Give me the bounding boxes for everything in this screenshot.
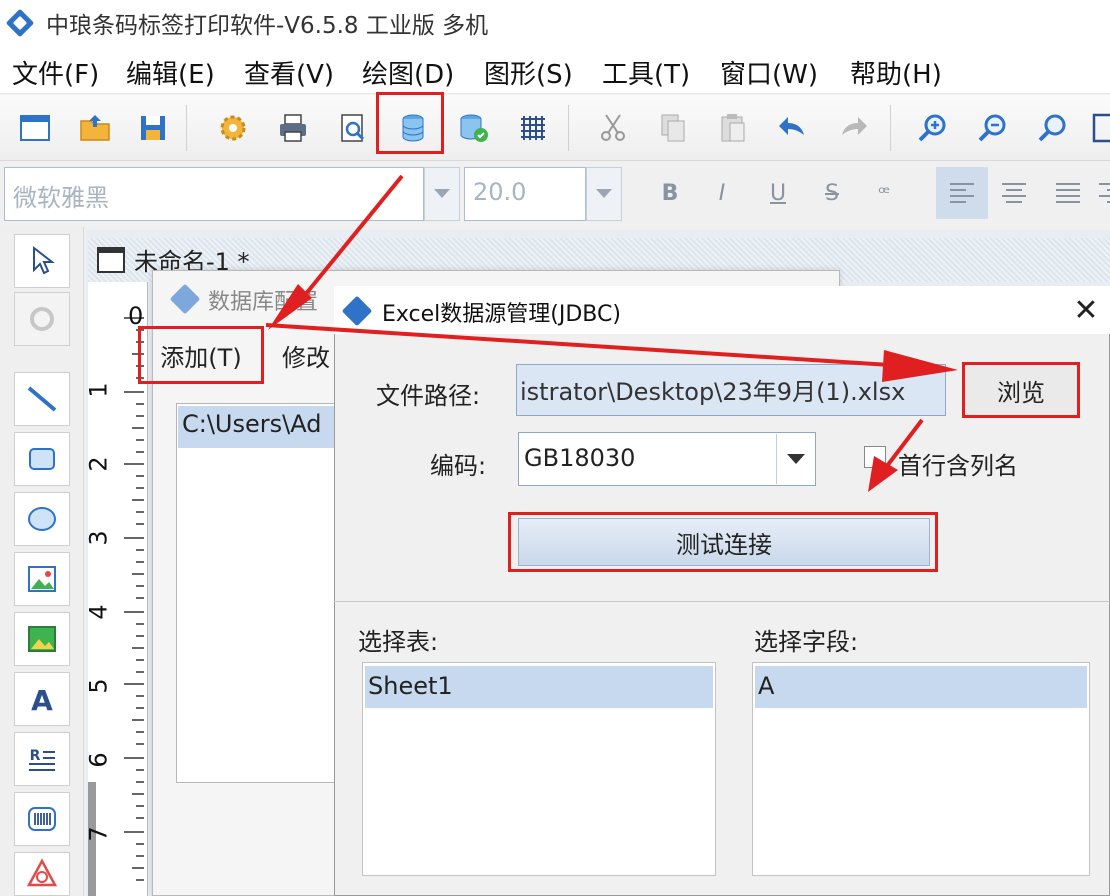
rectangle-tool-icon[interactable] <box>14 432 70 486</box>
menu-draw[interactable]: 绘图(D) <box>362 54 454 91</box>
svg-text:A: A <box>31 684 53 716</box>
image-tool-icon[interactable] <box>14 552 70 606</box>
modify-datasource-button[interactable]: 修改 <box>282 338 330 373</box>
print-icon[interactable] <box>270 106 316 150</box>
ruler-mark-7: 7 <box>84 826 113 842</box>
barcode-tool-icon[interactable] <box>14 792 70 846</box>
main-toolbar <box>0 95 1110 161</box>
datasource-list-item-label: C:\Users\Ad <box>182 410 322 438</box>
select-pointer-icon[interactable] <box>14 234 70 288</box>
print-preview-icon[interactable] <box>330 106 376 150</box>
window-title: 中琅条码标签打印软件-V6.5.8 工业版 多机 <box>46 13 489 39</box>
ruler-mark-5: 5 <box>84 678 113 694</box>
menu-tools[interactable]: 工具(T) <box>602 54 690 91</box>
document-icon <box>96 246 126 274</box>
ruler-mark-4: 4 <box>84 604 113 620</box>
first-row-header-label: 首行含列名 <box>898 452 1018 480</box>
align-right-icon[interactable] <box>1098 167 1110 219</box>
menu-shape[interactable]: 图形(S) <box>484 54 573 91</box>
new-document-icon[interactable] <box>12 106 58 150</box>
menu-window[interactable]: 窗口(W) <box>720 54 818 91</box>
rotate-tool-icon[interactable] <box>14 292 70 346</box>
font-name-value: 微软雅黑 <box>13 184 109 212</box>
ruler-mark-3: 3 <box>84 530 113 546</box>
file-path-label: 文件路径: <box>376 382 481 410</box>
encoding-dropdown-icon[interactable] <box>776 434 814 484</box>
font-size-value: 20.0 <box>473 178 527 206</box>
special-format-button[interactable]: ꟹ <box>862 167 906 219</box>
redo-icon[interactable] <box>830 106 876 150</box>
test-connection-label: 测试连接 <box>676 530 772 559</box>
app-logo-icon <box>5 8 35 38</box>
field-list-item[interactable] <box>755 666 1087 708</box>
font-size-input[interactable]: 20.0 <box>464 167 586 221</box>
picture-tool-icon[interactable] <box>14 612 70 666</box>
menu-help[interactable]: 帮助(H) <box>850 54 942 91</box>
menu-view[interactable]: 查看(V) <box>244 54 334 91</box>
open-folder-icon[interactable] <box>72 106 118 150</box>
add-datasource-button[interactable]: 添加(T) <box>138 326 264 384</box>
undo-icon[interactable] <box>770 106 816 150</box>
menu-file[interactable]: 文件(F) <box>12 54 99 91</box>
zoom-fit-icon[interactable] <box>1030 106 1076 150</box>
svg-text:R: R <box>30 748 41 764</box>
font-name-dropdown-icon[interactable] <box>424 167 460 221</box>
first-row-header-checkbox[interactable] <box>864 446 886 468</box>
ellipse-tool-icon[interactable] <box>14 492 70 546</box>
encoding-label: 编码: <box>430 452 487 480</box>
align-left-icon[interactable] <box>936 167 988 219</box>
grid-icon[interactable] <box>510 106 556 150</box>
font-size-dropdown-icon[interactable] <box>586 167 622 221</box>
save-icon[interactable] <box>130 106 176 150</box>
encoding-value: GB18030 <box>524 444 636 472</box>
rich-text-tool-icon[interactable]: R <box>14 732 70 786</box>
ruler-mark-2: 2 <box>84 456 113 472</box>
field-list-item-label: A <box>758 672 775 700</box>
zoom-in-icon[interactable] <box>910 106 956 150</box>
datasource-list[interactable] <box>176 403 336 783</box>
select-table-label: 选择表: <box>358 628 439 656</box>
dialog-divider <box>334 601 1110 602</box>
db-dialog-title: 数据库配置 <box>208 290 319 315</box>
cut-icon[interactable] <box>590 106 636 150</box>
actual-size-icon[interactable] <box>1090 106 1110 150</box>
menu-edit[interactable]: 编辑(E) <box>126 54 215 91</box>
file-path-value: istrator\Desktop\23年9月(1).xlsx <box>520 378 906 406</box>
align-justify-icon[interactable] <box>1046 167 1090 219</box>
text-tool-icon[interactable]: A <box>14 672 70 726</box>
database-settings-icon[interactable] <box>450 106 496 150</box>
font-name-select[interactable]: 微软雅黑 <box>4 167 424 221</box>
table-list-item-label: Sheet1 <box>368 672 453 700</box>
align-center-icon[interactable] <box>992 167 1036 219</box>
test-connection-button[interactable]: 测试连接 <box>518 518 930 566</box>
database-icon-highlight <box>376 92 444 154</box>
settings-gear-icon[interactable] <box>210 106 256 150</box>
menu-bar: 文件(F) 编辑(E) 查看(V) 绘图(D) 图形(S) 工具(T) 窗口(W… <box>0 46 1110 94</box>
bold-button[interactable]: B <box>648 167 692 219</box>
select-field-label: 选择字段: <box>754 628 859 656</box>
title-bar: 中琅条码标签打印软件-V6.5.8 工业版 多机 <box>0 0 1110 46</box>
browse-button[interactable]: 浏览 <box>962 362 1080 418</box>
copy-icon[interactable] <box>650 106 696 150</box>
app-window: { "window": {"title": "中琅条码标签打印软件-V6.5.8… <box>0 0 1110 896</box>
excel-dialog-title: Excel数据源管理(JDBC) <box>382 302 621 327</box>
italic-button[interactable]: I <box>700 167 744 219</box>
underline-button[interactable]: U <box>756 167 800 219</box>
zoom-out-icon[interactable] <box>970 106 1016 150</box>
paste-icon[interactable] <box>710 106 756 150</box>
strikethrough-button[interactable]: S <box>810 167 854 219</box>
line-tool-icon[interactable] <box>14 372 70 426</box>
ruler-mark-6: 6 <box>84 752 113 768</box>
shape-tool-icon[interactable] <box>14 852 70 896</box>
ruler-mark-1: 1 <box>84 382 113 398</box>
close-icon[interactable]: ✕ <box>1068 292 1104 328</box>
